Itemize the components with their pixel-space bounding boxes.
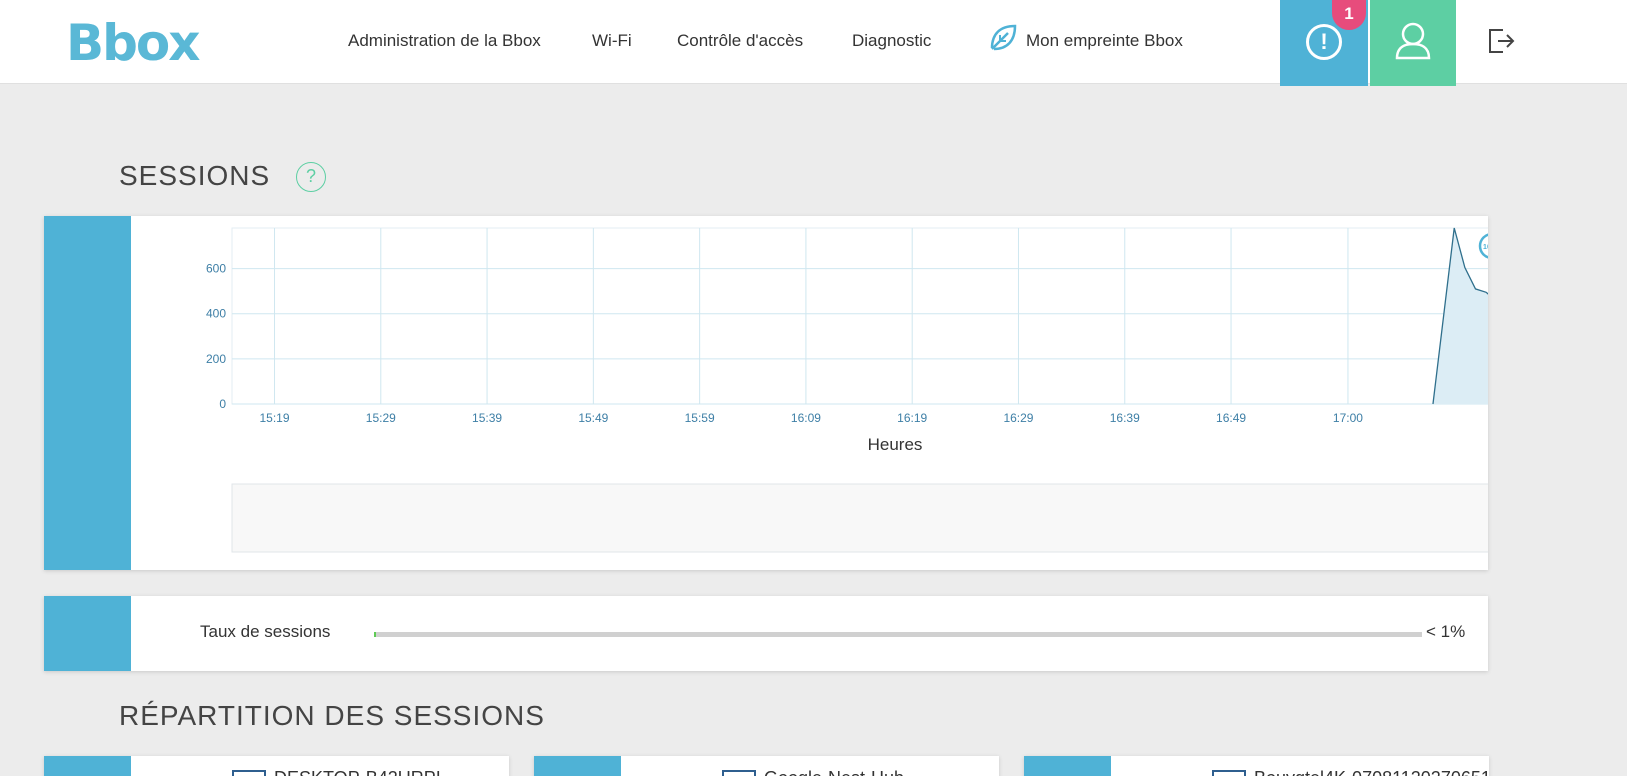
sessions-chart-card: 15:19 15:29 15:39 15:49 15:59 16:09 16:19 16:29…	[44, 216, 1488, 570]
bbox-logo[interactable]: Bbox	[66, 18, 201, 68]
device-name: Bouygtel4K-070811202706515	[1254, 768, 1489, 776]
exclamation-icon: !	[1306, 24, 1342, 60]
y-tick-label: 200	[206, 352, 226, 366]
plot-area	[231, 227, 1488, 405]
logout-icon[interactable]	[1486, 26, 1516, 56]
x-tick-label: 16:49	[1216, 411, 1246, 425]
x-axis-label: Heures	[868, 435, 923, 454]
sessions-title: SESSIONS	[119, 160, 271, 191]
device-card[interactable]: Google-Nest-Hub	[534, 756, 999, 776]
nav-access-control[interactable]: Contrôle d'accès	[677, 31, 803, 51]
device-card[interactable]: DESKTOP-B42URPI	[44, 756, 509, 776]
card-accent-strip	[44, 756, 131, 776]
x-tick-label: 16:19	[897, 411, 927, 425]
x-tick-label: 16:09	[791, 411, 821, 425]
nav-wifi[interactable]: Wi-Fi	[592, 31, 632, 51]
session-rate-fill	[374, 632, 377, 637]
x-tick-label: 15:29	[366, 411, 396, 425]
top-header: Bbox Administration de la Bbox Wi-Fi Con…	[0, 0, 1627, 86]
zoom-label: 100%	[1483, 244, 1488, 251]
sessions-chart[interactable]: 15:19 15:29 15:39 15:49 15:59 16:09 16:19 16:29…	[132, 216, 1488, 570]
x-tick-label: 15:49	[578, 411, 608, 425]
x-tick-label: 16:29	[1003, 411, 1033, 425]
card-accent-strip	[44, 216, 131, 570]
x-tick-label: 15:39	[472, 411, 502, 425]
session-rate-card: Taux de sessions < 1%	[44, 596, 1488, 671]
y-tick-label: 600	[206, 262, 226, 276]
device-name: DESKTOP-B42URPI	[274, 768, 441, 776]
account-button[interactable]	[1370, 0, 1456, 86]
y-tick-label: 0	[219, 397, 226, 411]
range-navigator	[231, 483, 1488, 553]
user-icon	[1395, 22, 1431, 60]
x-tick-label: 15:19	[259, 411, 289, 425]
x-tick-label: 17:00	[1333, 411, 1363, 425]
card-accent-strip	[44, 596, 131, 671]
card-accent-strip	[534, 756, 621, 776]
leaf-icon	[990, 24, 1017, 51]
device-icon	[1212, 770, 1246, 776]
repartition-title: RÉPARTITION DES SESSIONS	[119, 700, 545, 731]
x-tick-label: 15:59	[685, 411, 715, 425]
session-rate-bar	[374, 632, 1422, 637]
nav-empreinte[interactable]: Mon empreinte Bbox	[1026, 31, 1183, 51]
x-tick-label: 16:39	[1110, 411, 1140, 425]
session-rate-value: < 1%	[1426, 622, 1466, 641]
device-card[interactable]: Bouygtel4K-070811202706515	[1024, 756, 1489, 776]
session-rate-label: Taux de sessions	[200, 622, 331, 641]
device-name: Google-Nest-Hub	[764, 768, 904, 776]
nav-diagnostic[interactable]: Diagnostic	[852, 31, 931, 51]
device-icon	[232, 770, 266, 776]
help-button[interactable]: ?	[296, 162, 326, 192]
y-tick-label: 400	[206, 307, 226, 321]
nav-administration[interactable]: Administration de la Bbox	[348, 31, 541, 51]
device-icon	[722, 770, 756, 776]
card-accent-strip	[1024, 756, 1111, 776]
